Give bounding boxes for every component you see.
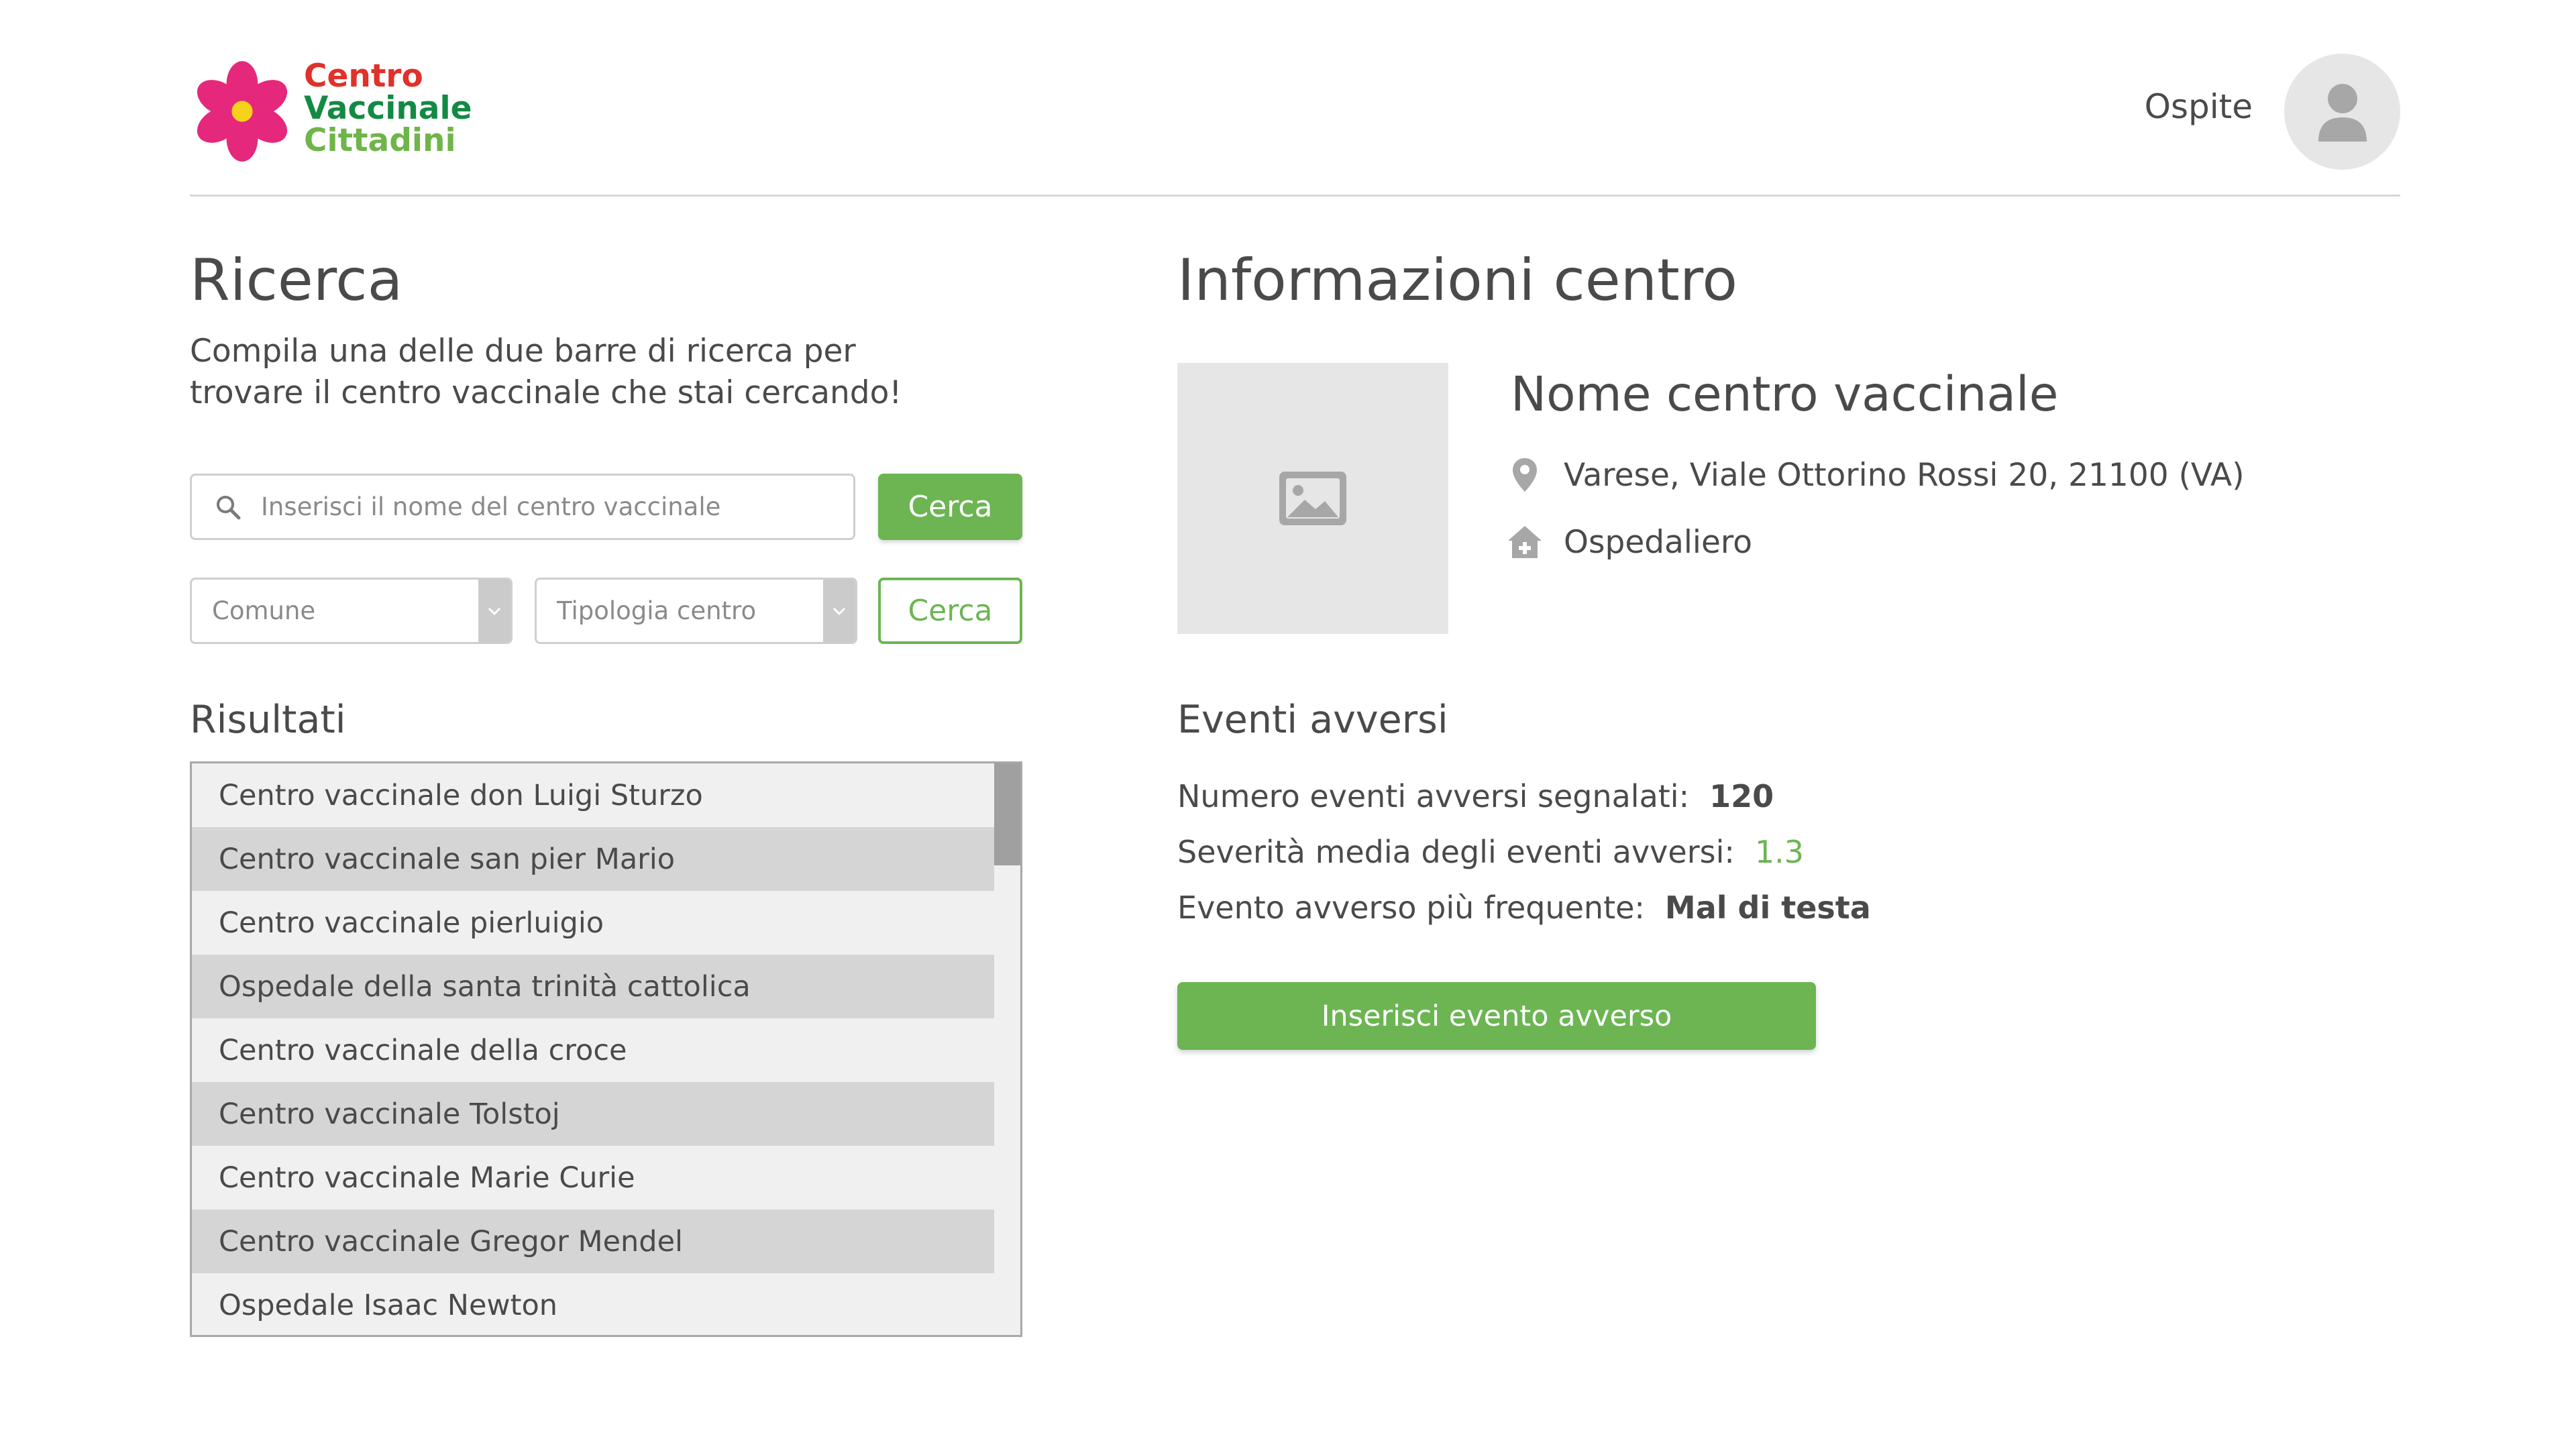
search-button[interactable]: Cerca [878,474,1022,540]
comune-select[interactable]: Comune [190,578,513,644]
avatar[interactable] [2284,54,2400,170]
list-item[interactable]: Ospedale Isaac Newton [192,1273,996,1335]
events-count-label: Numero eventi avversi segnalati: [1177,778,1690,814]
insert-event-button[interactable]: Inserisci evento avverso [1177,982,1816,1050]
search-description: Compila una delle due barre di ricerca p… [190,333,902,411]
list-item[interactable]: Centro vaccinale Gregor Mendel [192,1210,996,1273]
type-row: Ospedaliero [1506,523,1752,561]
list-item[interactable]: Centro vaccinale don Luigi Sturzo [192,763,996,827]
tipologia-select-value: Tipologia centro [557,596,757,625]
center-image [1177,363,1448,634]
scrollbar-thumb[interactable] [994,763,1020,865]
logo-line-3: Cittadini [304,122,456,159]
chevron-down-icon [823,580,855,642]
center-type: Ospedaliero [1564,523,1752,561]
search-icon [215,494,242,521]
list-item[interactable]: Centro vaccinale pierluigio [192,891,996,955]
logo-line-1: Centro [304,58,423,95]
events-frequent-label: Evento avverso più frequente: [1177,890,1645,926]
location-pin-icon [1506,456,1544,494]
logo[interactable]: Centro Vaccinale Cittadini [190,54,498,168]
filter-search-button[interactable]: Cerca [878,578,1022,644]
logo-line-2: Vaccinale [304,90,472,127]
events-frequent-value: Mal di testa [1664,890,1871,926]
search-input-box[interactable] [190,474,855,540]
list-item[interactable]: Centro vaccinale Tolstoj [192,1082,996,1146]
address-row: Varese, Viale Ottorino Rossi 20, 21100 (… [1506,456,2245,494]
list-item[interactable]: Centro vaccinale della croce [192,1018,996,1082]
results-scrollbar[interactable] [994,763,1020,1335]
flower-logo-icon [197,61,288,162]
chevron-down-icon [478,580,511,642]
events-severity-value: 1.3 [1754,834,1805,870]
hospital-icon [1506,523,1544,561]
list-item[interactable]: Centro vaccinale san pier Mario [192,827,996,891]
tipologia-select[interactable]: Tipologia centro [535,578,857,644]
events-title: Eventi avversi [1177,698,1448,742]
info-title: Informazioni centro [1177,247,1737,314]
results-list-box: Centro vaccinale don Luigi Sturzo Centro… [190,761,1022,1337]
events-count-value: 120 [1709,778,1774,814]
user-icon [2318,83,2367,142]
events-severity-label: Severità media degli eventi avversi: [1177,834,1735,870]
header: Centro Vaccinale Cittadini Ospite [190,54,2400,197]
events-severity-row: Severità media degli eventi avversi: 1.3 [1177,834,1804,870]
center-address: Varese, Viale Ottorino Rossi 20, 21100 (… [1564,456,2245,494]
results-title: Risultati [190,698,346,742]
user-name: Ospite [2144,87,2253,126]
list-item[interactable]: Ospedale della santa trinità cattolica [192,955,996,1018]
search-input[interactable] [261,492,838,521]
logo-text: Centro Vaccinale Cittadini [304,60,472,157]
center-name: Nome centro vaccinale [1511,366,2059,422]
search-title: Ricerca [190,247,403,314]
events-count-row: Numero eventi avversi segnalati: 120 [1177,778,1774,814]
image-icon [1279,472,1346,525]
comune-select-value: Comune [212,596,316,625]
list-item[interactable]: Centro vaccinale Marie Curie [192,1146,996,1210]
events-frequent-row: Evento avverso più frequente: Mal di test… [1177,890,1871,926]
results-list: Centro vaccinale don Luigi Sturzo Centro… [192,763,996,1335]
